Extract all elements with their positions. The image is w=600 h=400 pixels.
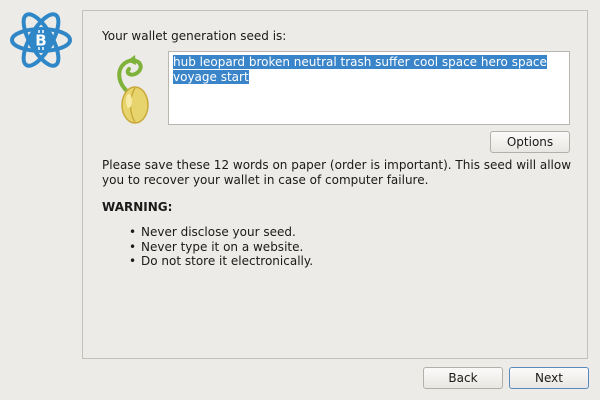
options-button[interactable]: Options bbox=[490, 131, 570, 153]
seed-text-area[interactable]: hub leopard broken neutral trash suffer … bbox=[168, 51, 570, 125]
next-button[interactable]: Next bbox=[509, 367, 589, 389]
warning-item: • Never type it on a website. bbox=[129, 240, 313, 255]
warning-list: • Never disclose your seed. • Never type i… bbox=[129, 225, 313, 269]
warning-item: • Never disclose your seed. bbox=[129, 225, 313, 240]
svg-text:B: B bbox=[35, 32, 46, 50]
warning-text: Never disclose your seed. bbox=[141, 225, 296, 239]
warning-text: Never type it on a website. bbox=[141, 239, 304, 254]
warning-title: WARNING: bbox=[102, 200, 173, 214]
electrum-logo-icon: B bbox=[9, 10, 73, 70]
seed-panel: Your wallet generation seed is: hub leop… bbox=[82, 10, 588, 359]
seed-sprout-icon bbox=[109, 53, 157, 125]
seed-info-text: Please save these 12 words on paper (ord… bbox=[102, 158, 572, 187]
bullet-icon: • bbox=[129, 239, 137, 254]
seed-words: hub leopard broken neutral trash suffer … bbox=[173, 55, 547, 84]
warning-text: Do not store it electronically. bbox=[141, 254, 314, 268]
warning-item: • Do not store it electronically. bbox=[129, 254, 313, 269]
bullet-icon: • bbox=[129, 225, 137, 239]
bullet-icon: • bbox=[129, 254, 137, 268]
back-button[interactable]: Back bbox=[423, 367, 503, 389]
seed-prompt: Your wallet generation seed is: bbox=[102, 29, 287, 43]
